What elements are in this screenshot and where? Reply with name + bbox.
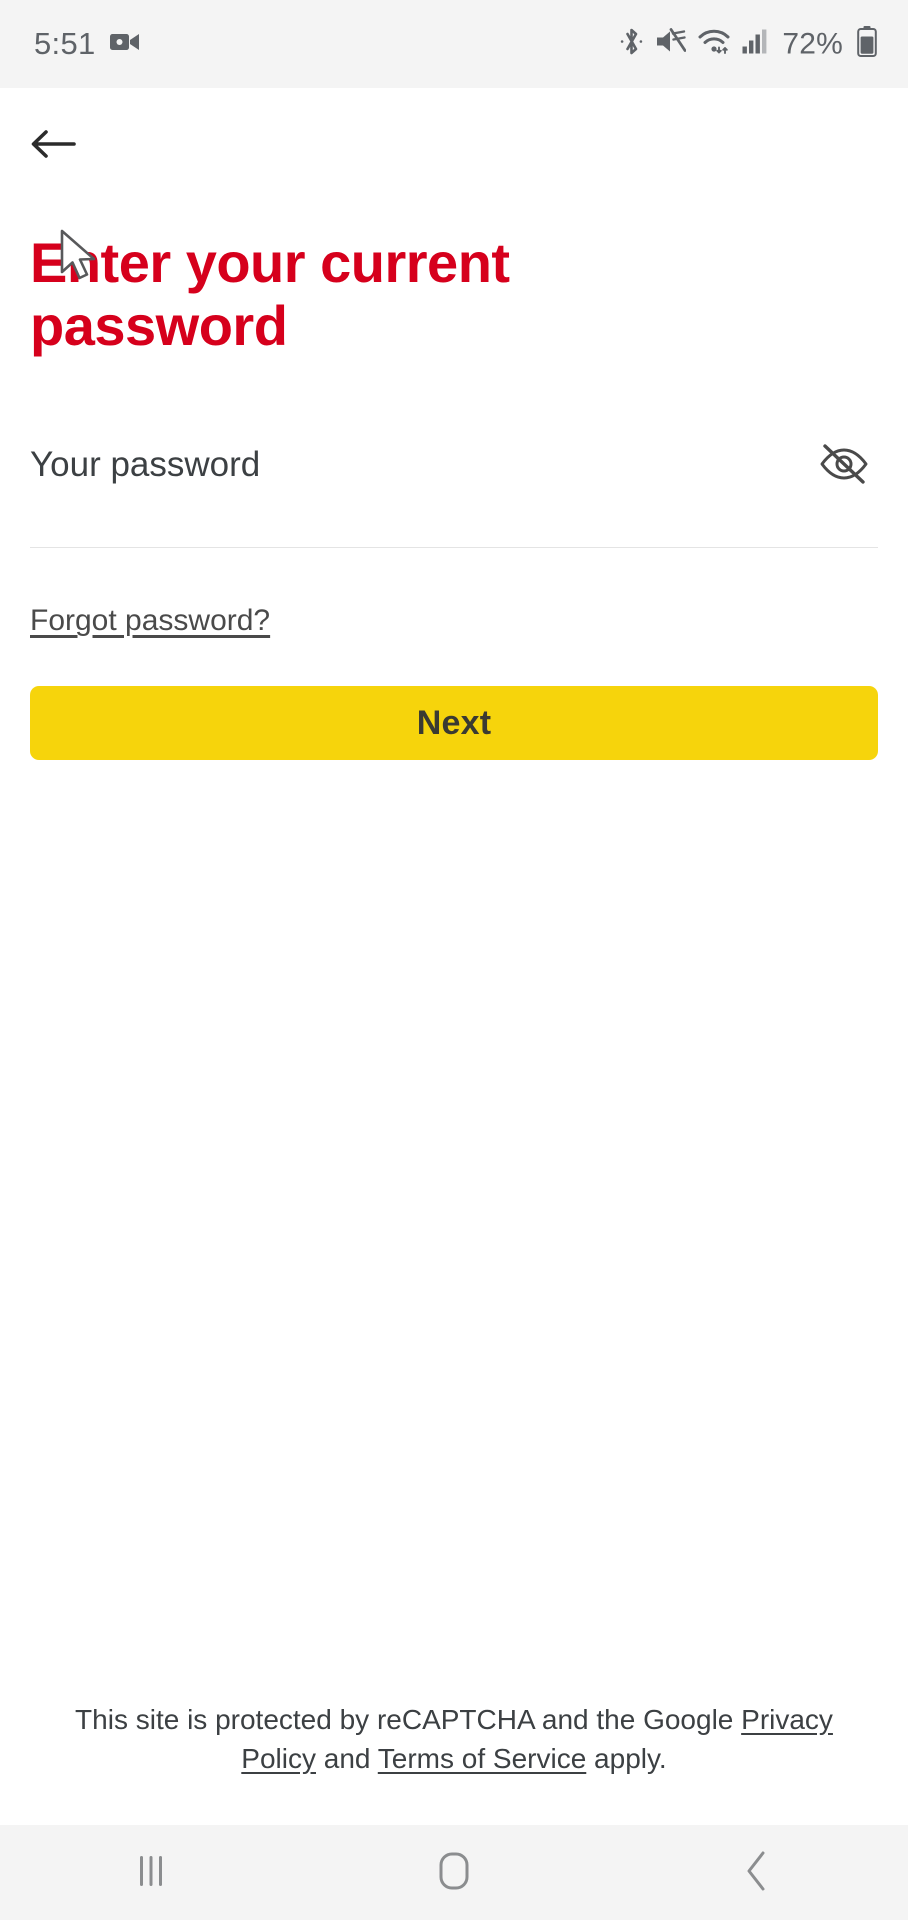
wifi-icon — [697, 28, 731, 61]
app-bar — [30, 88, 878, 180]
main-content: Enter your current password Forgot passw… — [0, 88, 908, 1825]
eye-off-icon — [818, 442, 870, 489]
nav-home-button[interactable] — [303, 1825, 606, 1920]
page-title: Enter your current password — [30, 231, 510, 357]
status-bar-left: 5:51 — [34, 26, 140, 62]
password-field-group — [30, 433, 878, 549]
home-icon — [435, 1850, 473, 1895]
status-bar-right: 72% — [619, 26, 878, 63]
battery-icon — [856, 26, 878, 63]
battery-percent-label: 72% — [782, 27, 843, 60]
bluetooth-icon — [619, 27, 644, 62]
status-bar-clock: 5:51 — [34, 26, 96, 61]
next-button[interactable]: Next — [30, 686, 878, 761]
recaptcha-disclaimer: This site is protected by reCAPTCHA and … — [30, 1700, 878, 1780]
phone-screen: 5:51 72% Enter your current password For… — [0, 0, 908, 1920]
recaptcha-suffix-text: apply. — [586, 1743, 667, 1775]
password-input[interactable] — [30, 445, 810, 486]
nav-back-button[interactable] — [605, 1825, 908, 1920]
chevron-left-icon — [742, 1849, 772, 1896]
terms-of-service-link[interactable]: Terms of Service — [378, 1743, 587, 1774]
recents-icon — [134, 1852, 168, 1893]
recaptcha-conjunction-text: and — [316, 1743, 378, 1775]
nav-recents-button[interactable] — [0, 1825, 303, 1920]
volume-mute-icon — [655, 28, 687, 61]
recaptcha-prefix-text: This site is protected by reCAPTCHA and … — [75, 1703, 742, 1735]
arrow-left-icon — [30, 127, 76, 164]
back-button[interactable] — [30, 121, 86, 169]
android-navigation-bar — [0, 1825, 908, 1920]
forgot-password-link[interactable]: Forgot password? — [30, 604, 270, 638]
cellular-signal-icon — [742, 28, 769, 61]
video-camera-icon — [109, 31, 140, 58]
toggle-password-visibility-button[interactable] — [810, 435, 878, 495]
password-field-row — [30, 433, 878, 497]
status-bar: 5:51 72% — [0, 0, 908, 88]
password-field-underline — [30, 547, 878, 549]
